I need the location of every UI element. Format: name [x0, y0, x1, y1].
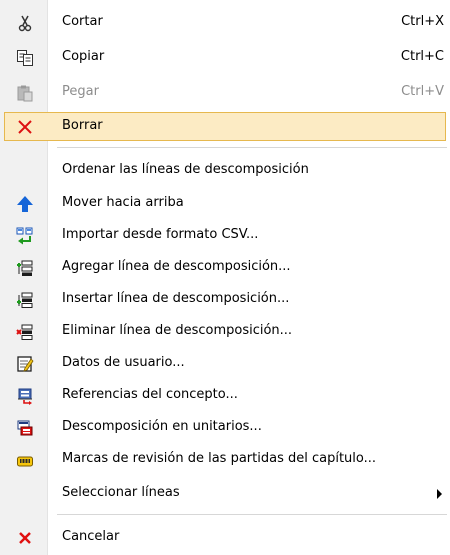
shortcut-label: Ctrl+C	[400, 49, 444, 64]
menu-item-label: Cancelar	[62, 529, 120, 544]
review-marks-icon	[17, 456, 33, 467]
menu-item-review-marks[interactable]: Marcas de revisión de las partidas del c…	[0, 445, 450, 474]
menu-item-copy[interactable]: Copiar Ctrl+C	[0, 43, 450, 72]
menu-item-cancel[interactable]: Cancelar	[0, 523, 450, 552]
decomposition-icon	[17, 420, 33, 436]
menu-item-decomposition[interactable]: Descomposición en unitarios...	[0, 413, 450, 442]
menu-item-add-line[interactable]: Agregar línea de descomposición...	[0, 253, 450, 282]
menu-item-delete[interactable]: Borrar	[4, 112, 446, 141]
menu-item-paste[interactable]: Pegar Ctrl+V	[0, 78, 450, 107]
menu-item-remove-line[interactable]: Eliminar línea de descomposición...	[0, 317, 450, 346]
menu-item-label: Datos de usuario...	[62, 355, 185, 370]
menu-item-label: Mover hacia arriba	[62, 195, 184, 210]
add-line-icon	[17, 260, 33, 276]
import-icon	[16, 227, 33, 245]
menu-item-cut[interactable]: Cortar Ctrl+X	[0, 8, 450, 37]
red-x-icon	[19, 532, 31, 544]
menu-item-label: Cortar	[62, 14, 103, 29]
menu-item-label: Insertar línea de descomposición...	[62, 291, 290, 306]
menu-item-label: Seleccionar líneas	[62, 485, 180, 500]
scissors-icon	[18, 15, 32, 32]
red-x-icon	[18, 120, 32, 134]
references-icon	[18, 388, 32, 405]
menu-item-import-csv[interactable]: Importar desde formato CSV...	[0, 221, 450, 250]
shortcut-label: Ctrl+V	[401, 84, 444, 99]
context-menu: Cortar Ctrl+X Copiar Ctrl+C Pegar Ctrl+V	[0, 0, 450, 555]
menu-item-label: Pegar	[62, 84, 99, 99]
insert-line-icon	[17, 292, 33, 308]
shortcut-label: Ctrl+X	[401, 14, 444, 29]
menu-item-label: Ordenar las líneas de descomposición	[62, 162, 309, 177]
menu-item-label: Eliminar línea de descomposición...	[62, 323, 293, 338]
menu-separator	[57, 514, 447, 515]
user-data-icon	[17, 356, 34, 372]
menu-item-label: Marcas de revisión de las partidas del c…	[62, 451, 377, 466]
menu-item-references[interactable]: Referencias del concepto...	[0, 381, 450, 410]
menu-item-move-up[interactable]: Mover hacia arriba	[0, 189, 450, 218]
menu-item-label: Copiar	[62, 49, 105, 64]
menu-separator	[57, 147, 447, 148]
submenu-arrow-icon	[437, 489, 442, 499]
menu-item-label: Importar desde formato CSV...	[62, 227, 259, 242]
menu-item-label: Descomposición en unitarios...	[62, 419, 262, 434]
menu-item-label: Agregar línea de descomposición...	[62, 259, 291, 274]
copy-icon	[17, 50, 33, 66]
menu-item-insert-line[interactable]: Insertar línea de descomposición...	[0, 285, 450, 314]
menu-item-select-lines[interactable]: Seleccionar líneas	[0, 479, 450, 508]
paste-icon	[17, 85, 33, 102]
remove-line-icon	[16, 324, 33, 340]
menu-item-label: Borrar	[62, 118, 103, 133]
blue-up-arrow-icon	[17, 196, 33, 212]
menu-item-user-data[interactable]: Datos de usuario...	[0, 349, 450, 378]
menu-item-label: Referencias del concepto...	[62, 387, 238, 402]
menu-item-sort[interactable]: Ordenar las líneas de descomposición	[0, 156, 450, 185]
